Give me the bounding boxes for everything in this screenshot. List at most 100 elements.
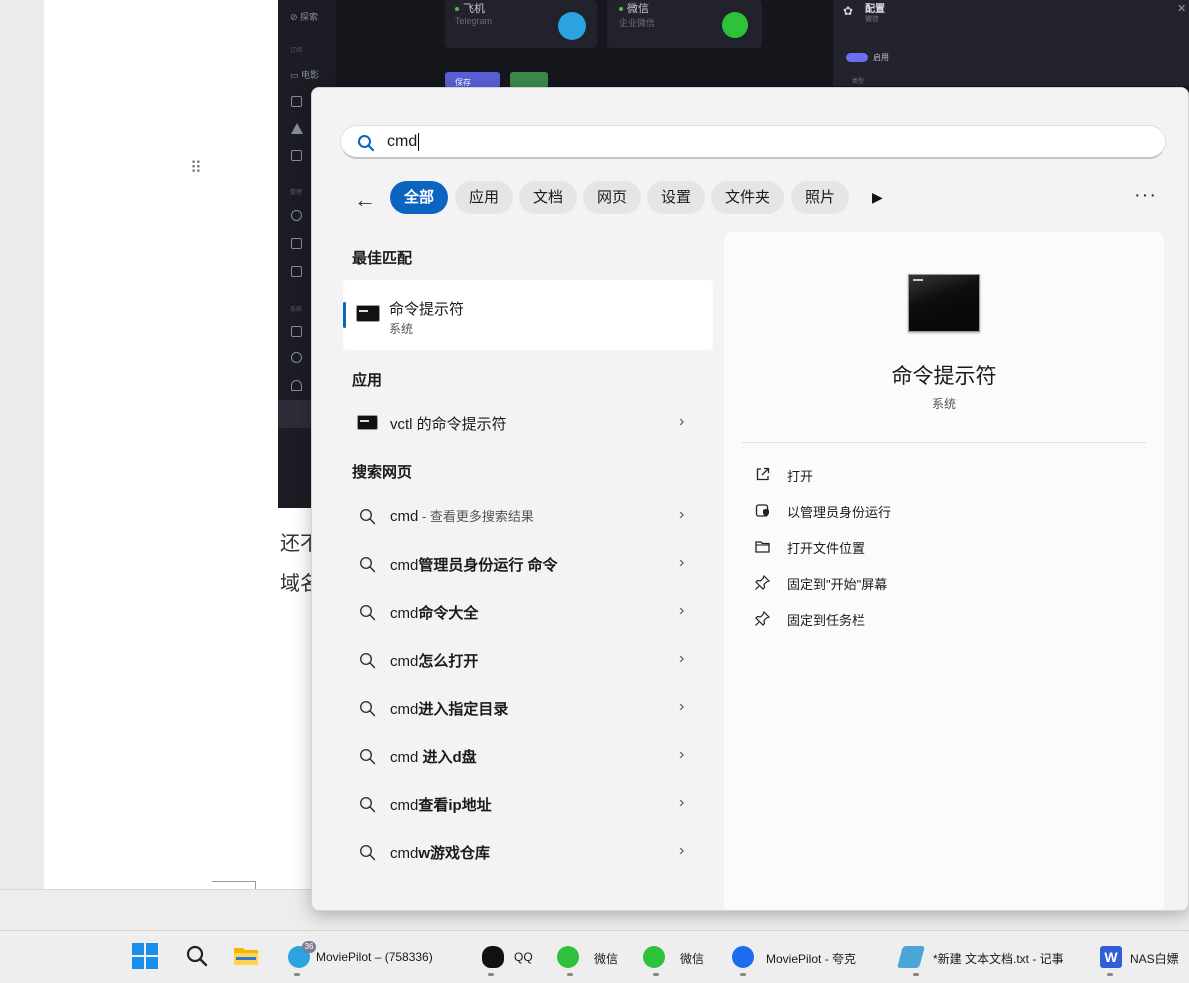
- telegram-icon: [558, 12, 586, 40]
- taskbar-app-wechat[interactable]: 微信: [643, 939, 713, 975]
- card-title: 飞机: [455, 0, 485, 16]
- tv-icon[interactable]: [291, 96, 302, 107]
- search-icon: [359, 508, 376, 525]
- taskbar-app-label: 微信: [594, 952, 619, 966]
- selection-indicator: [343, 302, 346, 328]
- quark-browser-icon: [732, 946, 754, 968]
- wechat-icon: [643, 946, 665, 968]
- drag-handle-icon[interactable]: ⠿: [190, 161, 202, 177]
- web-result-item[interactable]: cmd 进入d盘 ›: [343, 734, 713, 778]
- action-open[interactable]: 打开: [754, 463, 1134, 487]
- web-result-item[interactable]: cmd - 查看更多搜索结果 ›: [343, 494, 713, 538]
- web-result-item[interactable]: cmd查看ip地址 ›: [343, 782, 713, 826]
- chevron-right-icon: ›: [679, 506, 685, 523]
- taskbar-app-wechat[interactable]: 微信: [557, 939, 627, 975]
- web-result-item[interactable]: cmd命令大全 ›: [343, 590, 713, 634]
- secondary-button[interactable]: [510, 72, 548, 88]
- chevron-right-icon: ›: [679, 650, 685, 667]
- text-caret: [418, 132, 420, 151]
- search-icon[interactable]: [185, 944, 209, 968]
- file-explorer-icon[interactable]: [233, 945, 259, 967]
- web-result-label: cmd进入指定目录: [390, 701, 509, 718]
- taskbar-app-word[interactable]: W NAS白嫖: [1100, 939, 1189, 975]
- web-result-item[interactable]: cmd怎么打开 ›: [343, 638, 713, 682]
- save-button[interactable]: 保存: [445, 72, 500, 88]
- action-open-file-location[interactable]: 打开文件位置: [754, 535, 1134, 559]
- preview-title: 命令提示符: [891, 365, 997, 388]
- windows-start-icon[interactable]: [132, 943, 158, 969]
- web-result-item[interactable]: cmdw游戏仓库 ›: [343, 830, 713, 874]
- chevron-right-icon: ›: [679, 794, 685, 811]
- search-input[interactable]: cmd: [387, 126, 420, 158]
- filter-photos[interactable]: 照片: [791, 181, 850, 214]
- warning-icon[interactable]: [291, 123, 303, 134]
- action-label: 固定到"开始"屏幕: [787, 577, 888, 592]
- filter-settings[interactable]: 设置: [647, 181, 706, 214]
- taskbar-app-moviepilot-telegram[interactable]: 36 MoviePilot – (758336): [288, 939, 464, 975]
- folder-open-icon: [755, 541, 770, 553]
- app-result-item[interactable]: vctl 的命令提示符 ›: [343, 401, 713, 445]
- taskbar-app-label: NAS白嫖: [1130, 952, 1179, 966]
- sidebar-item-movie[interactable]: ▭ 电影: [290, 68, 319, 81]
- pin-icon: [755, 574, 771, 590]
- search-icon: [359, 748, 376, 765]
- running-indicator: [740, 973, 746, 976]
- sidebar-item-settings[interactable]: [278, 400, 311, 428]
- web-result-label: cmd管理员身份运行 命令: [390, 557, 558, 574]
- running-indicator: [488, 973, 494, 976]
- wechat-icon: [557, 946, 579, 968]
- sidebar-item-explore[interactable]: ⊘ 探索: [290, 10, 318, 23]
- chevron-right-icon: ›: [679, 413, 685, 430]
- taskbar-app-label: 微信: [680, 952, 705, 966]
- search-icon: [358, 135, 375, 152]
- command-prompt-icon: [908, 274, 980, 332]
- filter-apps[interactable]: 应用: [455, 181, 514, 214]
- back-arrow-icon[interactable]: ←: [354, 187, 376, 213]
- best-match-title: 命令提示符: [389, 301, 465, 318]
- action-pin-start[interactable]: 固定到"开始"屏幕: [754, 571, 1134, 595]
- filter-web[interactable]: 网页: [583, 181, 642, 214]
- field-label: 类型: [852, 79, 865, 85]
- gear-icon: ✿: [843, 4, 854, 18]
- preview-subtitle: 系统: [931, 397, 956, 411]
- filter-all[interactable]: 全部: [390, 181, 449, 214]
- taskbar-app-label: MoviePilot – (758336): [316, 950, 433, 964]
- play-more-filters-icon[interactable]: ▶: [872, 189, 883, 206]
- card-subtitle: Telegram: [455, 16, 493, 26]
- notepad-icon: [897, 946, 925, 968]
- taskbar-app-qq[interactable]: QQ: [482, 939, 542, 975]
- action-pin-taskbar[interactable]: 固定到任务栏: [754, 607, 1134, 631]
- download-icon[interactable]: [291, 210, 302, 221]
- taskbar-app-label: QQ: [514, 950, 533, 964]
- running-indicator: [653, 973, 659, 976]
- action-run-as-admin[interactable]: 以管理员身份运行: [754, 499, 1134, 523]
- users-icon[interactable]: [291, 380, 302, 391]
- more-options-icon[interactable]: ···: [1134, 184, 1157, 207]
- window-background: [0, 0, 44, 930]
- search-icon: [359, 556, 376, 573]
- panel-title: 配置: [865, 4, 885, 15]
- taskbar-app-notepad[interactable]: *新建 文本文档.txt - 记事: [897, 939, 1090, 975]
- close-icon[interactable]: ✕: [1177, 2, 1186, 15]
- search-flyout: cmd ← 全部 应用 文档 网页 设置 文件夹 照片 ▶ ··· 最佳匹配 命…: [311, 87, 1189, 911]
- grid-icon[interactable]: [291, 326, 302, 337]
- action-label: 固定到任务栏: [787, 613, 866, 628]
- filter-documents[interactable]: 文档: [519, 181, 578, 214]
- filter-folders[interactable]: 文件夹: [711, 181, 785, 214]
- files-icon[interactable]: [291, 266, 302, 277]
- sidebar-caption: 订阅: [290, 48, 303, 54]
- taskbar-app-quark[interactable]: MoviePilot - 夸克: [732, 939, 882, 975]
- enable-toggle[interactable]: [846, 53, 868, 62]
- wechat-icon: [722, 12, 748, 38]
- web-result-item[interactable]: cmd进入指定目录 ›: [343, 686, 713, 730]
- folder-icon[interactable]: [291, 238, 302, 249]
- search-box[interactable]: cmd: [340, 125, 1166, 159]
- chevron-right-icon: ›: [679, 602, 685, 619]
- word-icon: W: [1100, 946, 1122, 968]
- web-result-label: cmd 进入d盘: [390, 749, 477, 766]
- calendar-icon[interactable]: [291, 150, 302, 161]
- web-result-item[interactable]: cmd管理员身份运行 命令 ›: [343, 542, 713, 586]
- globe-icon[interactable]: [291, 352, 302, 363]
- running-indicator: [1107, 973, 1113, 976]
- best-match-item[interactable]: 命令提示符 系统: [343, 280, 713, 350]
